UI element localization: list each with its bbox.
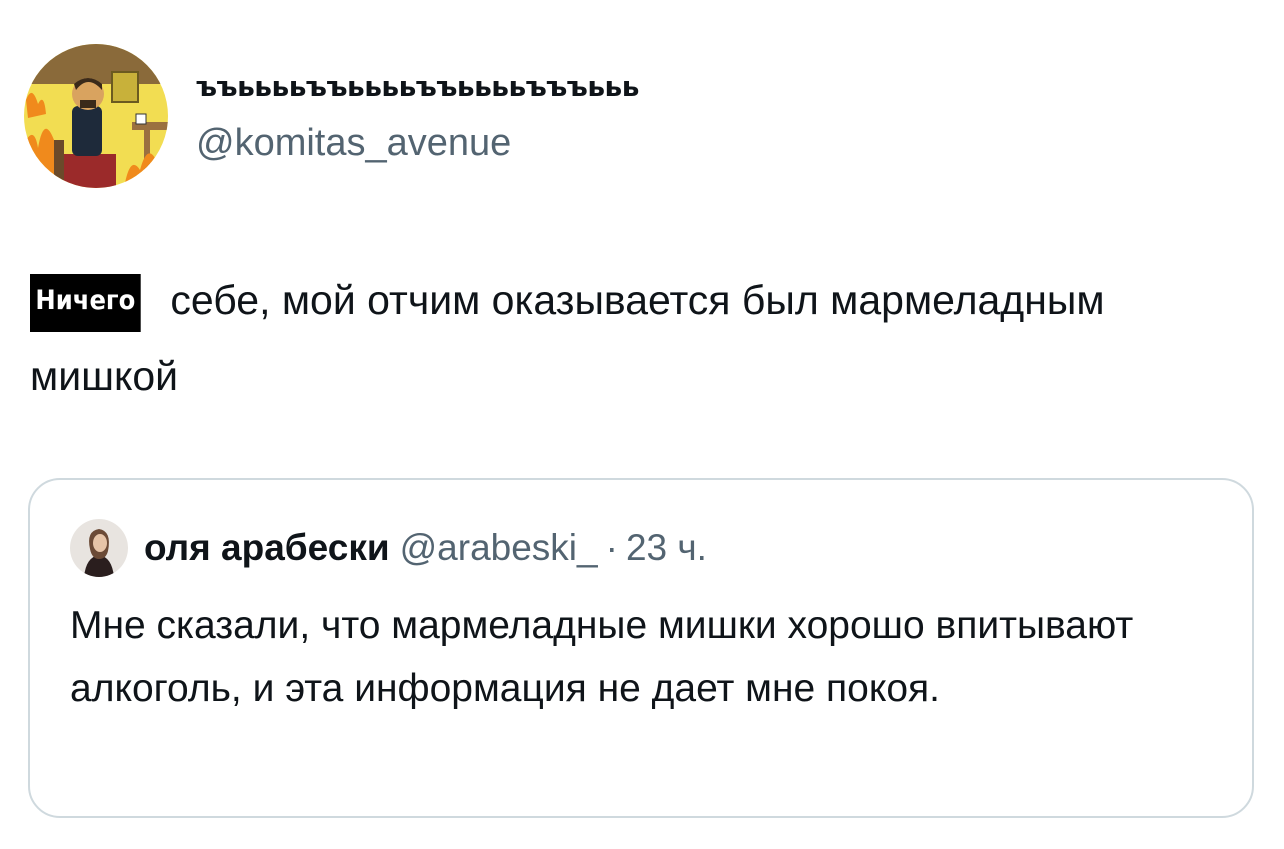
user-avatar-icon — [70, 519, 128, 577]
quoted-author-avatar[interactable] — [70, 519, 128, 577]
quoted-author-display-name[interactable]: оля арабески — [144, 527, 390, 569]
author-display-name[interactable]: ъъььььъъььььъъььььъъъььь — [196, 70, 639, 103]
author-avatar[interactable] — [24, 44, 168, 188]
quoted-author-handle[interactable]: @arabeski_ — [400, 527, 598, 569]
quoted-tweet-text: Мне сказали, что мармеладные мишки хорош… — [70, 604, 1134, 710]
separator-dot: · — [605, 527, 618, 568]
tweet-text-rest: себе, мой отчим оказывается был мармелад… — [30, 277, 1105, 399]
quoted-tweet-card[interactable]: оля арабески @arabeski_ · 23 ч. Мне сказ… — [28, 478, 1254, 818]
quoted-tweet-timestamp[interactable]: 23 ч. — [626, 527, 707, 569]
this-is-fine-dog-avatar-icon — [24, 44, 168, 188]
author-handle[interactable]: @komitas_avenue — [196, 122, 511, 165]
quoted-tweet-header: оля арабески @arabeski_ · 23 ч. — [70, 518, 707, 578]
tweet-highlighted-word: Ничего — [30, 274, 141, 332]
tweet-text: Ничего себе, мой отчим оказывается был м… — [30, 262, 1250, 414]
